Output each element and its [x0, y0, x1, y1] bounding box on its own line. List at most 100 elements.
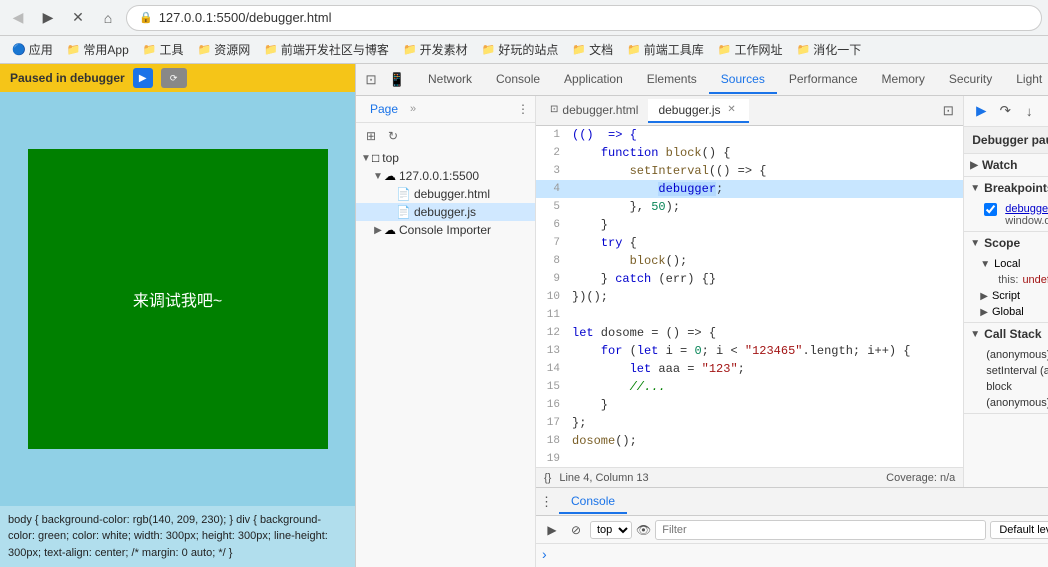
tree-item-host[interactable]: ▼ ☁ 127.0.0.1:5500 [356, 167, 535, 185]
step-over-button[interactable]: ↷ [994, 100, 1016, 122]
line-number: 19 [536, 450, 568, 467]
tab-elements[interactable]: Elements [635, 66, 709, 94]
console-tab[interactable]: Console [559, 490, 627, 514]
call-stack-item-2[interactable]: setInterval (async) [980, 363, 1048, 379]
breakpoint-checkbox[interactable] [984, 203, 997, 216]
bookmark-dev-assets[interactable]: 📁 开发素材 [397, 39, 474, 60]
call-stack-item-1[interactable]: (anonymous) [980, 347, 1048, 363]
apps-icon: 🔵 [12, 43, 26, 56]
code-editor[interactable]: 1 (() => { 2 function block() { [536, 126, 963, 467]
drag-handle-icon[interactable]: ⋮ [540, 494, 553, 510]
line-number: 3 [536, 162, 568, 180]
bookmark-docs[interactable]: 📁 文档 [566, 39, 619, 60]
forward-button[interactable]: ▶ [36, 6, 60, 30]
line-content: try { [568, 234, 963, 252]
step-into-button[interactable]: ↓ [1018, 100, 1040, 122]
more-tabs-icon[interactable]: » [410, 103, 416, 115]
scope-local-header[interactable]: ▼ Local [980, 256, 1048, 272]
resume-button[interactable]: ▶ [133, 68, 153, 88]
tab-debugger-js[interactable]: debugger.js ✕ [648, 99, 748, 123]
page-tab[interactable]: Page [362, 100, 406, 118]
debugger-info-panel: ▶ ↷ ↓ ↑ ⟶ Debugger paused [963, 96, 1048, 487]
folder-icon: 📁 [198, 43, 212, 56]
back-button[interactable]: ◀ [6, 6, 30, 30]
levels-select[interactable]: Default levels ▼ [990, 521, 1048, 539]
bookmark-label: 资源网 [214, 41, 250, 58]
html-tab-label: debugger.html [562, 103, 638, 117]
tab-application[interactable]: Application [552, 66, 635, 94]
tab-console[interactable]: Console [484, 66, 552, 94]
scope-local-label: Local [994, 258, 1020, 270]
bookmark-label: 消化一下 [813, 41, 861, 58]
tree-item-top[interactable]: ▼ □ top [356, 149, 535, 167]
tab-light[interactable]: Light [1004, 66, 1048, 94]
call-stack-header[interactable]: ▼ Call Stack [964, 323, 1048, 345]
line-content: debugger; [568, 180, 963, 198]
call-stack-item-4[interactable]: (anonymous) [980, 395, 1048, 411]
tab-security[interactable]: Security [937, 66, 1004, 94]
refresh-icon[interactable]: ↻ [384, 127, 402, 145]
bookmark-common-app[interactable]: 📁 常用App [61, 39, 135, 60]
bookmark-work-urls[interactable]: 📁 工作网址 [712, 39, 789, 60]
cloud-icon: ☁ [384, 223, 396, 237]
bookmark-label: 文档 [589, 41, 613, 58]
tab-debugger-html[interactable]: ⊡ debugger.html [540, 99, 648, 123]
bookmark-resources[interactable]: 📁 资源网 [192, 39, 257, 60]
close-tab-icon[interactable]: ✕ [725, 103, 739, 117]
watch-section-header[interactable]: ▶ Watch [964, 154, 1048, 176]
folder-icon: 📁 [572, 43, 586, 56]
debug-controls: ▶ ↷ ↓ ↑ ⟶ [964, 96, 1048, 127]
console-prompt[interactable]: › [542, 546, 547, 562]
breakpoints-header[interactable]: ▼ Breakpoints [964, 177, 1048, 199]
expand-code-icon[interactable]: ⊡ [937, 100, 959, 122]
bookmark-label: 工作网址 [735, 41, 783, 58]
line-content: let dosome = () => { [568, 324, 963, 342]
bookmark-fun-sites[interactable]: 📁 好玩的站点 [476, 39, 565, 60]
device-icon-btn[interactable]: 📱 [386, 69, 408, 91]
bookmark-label: 好玩的站点 [498, 41, 558, 58]
line-content: let aaa = "123"; [568, 360, 963, 378]
tab-sources[interactable]: Sources [709, 66, 777, 94]
line-content: } [568, 396, 963, 414]
file-tree-menu-icon[interactable]: ⋮ [517, 102, 529, 116]
tree-label-js: debugger.js [414, 205, 476, 219]
resume-console-button[interactable]: ▶ [542, 520, 562, 540]
console-filter-input[interactable] [655, 520, 986, 540]
tree-label-top: top [382, 151, 399, 165]
bookmark-apps[interactable]: 🔵 应用 [6, 39, 59, 60]
scope-header[interactable]: ▼ Scope [964, 232, 1048, 254]
step-button[interactable]: ⟳ [161, 68, 187, 88]
bookmark-frontend-tools[interactable]: 📁 前端工具库 [621, 39, 710, 60]
reload-button[interactable]: ✕ [66, 6, 90, 30]
bookmark-digest[interactable]: 📁 消化一下 [791, 39, 868, 60]
new-file-icon[interactable]: ⊞ [362, 127, 380, 145]
tab-network[interactable]: Network [416, 66, 484, 94]
call-stack-item-3[interactable]: block [980, 379, 1048, 395]
resume-debug-button[interactable]: ▶ [970, 100, 992, 122]
code-status-bar: {} Line 4, Column 13 Coverage: n/a [536, 467, 963, 487]
format-icon[interactable]: {} [544, 472, 551, 484]
line-content: //... [568, 378, 963, 396]
bookmark-frontend-community[interactable]: 📁 前端开发社区与博客 [258, 39, 395, 60]
line-content: block(); [568, 252, 963, 270]
tree-item-js[interactable]: 📄 debugger.js [356, 203, 535, 221]
code-line-10: 10 })(); [536, 288, 963, 306]
tab-memory[interactable]: Memory [870, 66, 937, 94]
context-select[interactable]: top [590, 521, 632, 539]
scope-script-header[interactable]: ▶ Script [980, 288, 1048, 304]
tab-performance[interactable]: Performance [777, 66, 870, 94]
eye-icon[interactable]: 👁 [636, 523, 651, 537]
breakpoint-file[interactable]: debugger.js:26 [1005, 203, 1048, 215]
scope-global-header[interactable]: ▶ Global [980, 304, 1048, 320]
code-line-17: 17 }; [536, 414, 963, 432]
code-line-9: 9 } catch (err) {} [536, 270, 963, 288]
breakpoints-content: debugger.js:26 window.outerH... [964, 199, 1048, 231]
home-button[interactable]: ⌂ [96, 6, 120, 30]
step-out-button[interactable]: ↑ [1042, 100, 1048, 122]
clear-console-button[interactable]: ⊘ [566, 520, 586, 540]
tree-item-console-importer[interactable]: ▶ ☁ Console Importer [356, 221, 535, 239]
inspect-icon-btn[interactable]: ⊡ [360, 69, 382, 91]
address-bar[interactable]: 🔒 127.0.0.1:5500/debugger.html [126, 5, 1042, 31]
bookmark-tools[interactable]: 📁 工具 [137, 39, 190, 60]
tree-item-html[interactable]: 📄 debugger.html [356, 185, 535, 203]
